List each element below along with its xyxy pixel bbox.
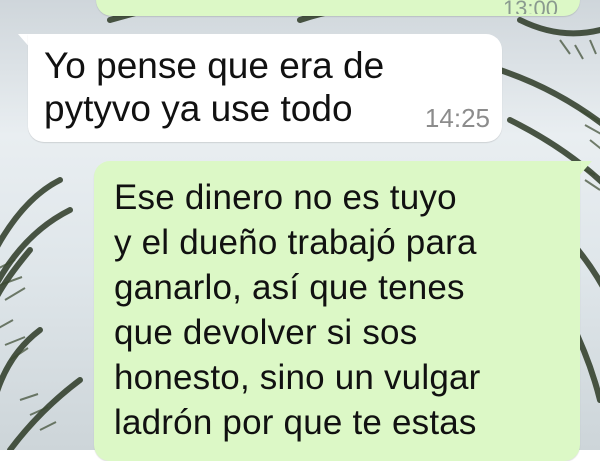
outgoing-message[interactable]: Ese dinero no es tuyo y el dueño trabajó…	[94, 161, 580, 461]
message-timestamp: 14:25	[424, 103, 490, 133]
message-text: Ese dinero no es tuyo y el dueño trabajó…	[114, 178, 481, 442]
outgoing-bubble-tail	[578, 161, 592, 177]
previous-outgoing-message[interactable]: 13:00	[96, 0, 580, 16]
message-timestamp: 13:00	[502, 0, 558, 14]
message-text: Yo pense que era de pytyvo ya use todo	[44, 45, 385, 129]
incoming-message[interactable]: Yo pense que era de pytyvo ya use todo 1…	[28, 34, 502, 142]
